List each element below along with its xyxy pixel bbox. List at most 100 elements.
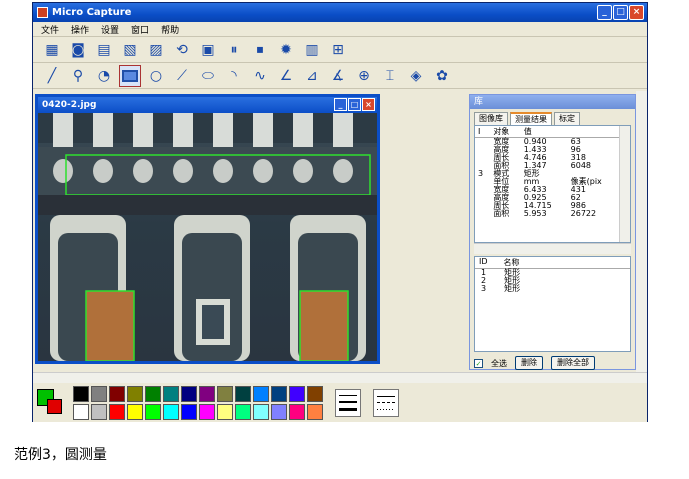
color-swatch[interactable]	[217, 404, 233, 420]
curve-tool-icon[interactable]: ∿	[249, 65, 271, 87]
color-swatch[interactable]	[253, 404, 269, 420]
center-line-icon[interactable]: ⊕	[353, 65, 375, 87]
color-swatch[interactable]	[181, 386, 197, 402]
video-icon[interactable]: ▦	[41, 39, 63, 61]
drawing-toolbar: ╱ ⚲ ◔ ○ ⟋ ⬭ ◝ ∿ ∠ ⊿ ∡ ⊕ ⌶ ◈ ✿	[33, 63, 647, 89]
refresh-icon[interactable]: ⟲	[171, 39, 193, 61]
image-export-icon[interactable]: ▨	[145, 39, 167, 61]
color-swatch[interactable]	[253, 386, 269, 402]
grid-cell	[475, 202, 490, 210]
color-swatch[interactable]	[91, 404, 107, 420]
color-swatch[interactable]	[109, 386, 125, 402]
color-palette-icon[interactable]: ✿	[431, 65, 453, 87]
menu-file[interactable]: 文件	[41, 23, 59, 36]
color-swatch[interactable]	[73, 386, 89, 402]
scale-bar-icon[interactable]: ⊞	[327, 39, 349, 61]
pause-icon[interactable]: ⏸	[223, 39, 245, 61]
color-swatch[interactable]	[289, 386, 305, 402]
height-tool-icon[interactable]: ⌶	[379, 65, 401, 87]
close-button[interactable]: ×	[629, 5, 644, 20]
menu-window[interactable]: 窗口	[131, 23, 149, 36]
background-color[interactable]	[47, 399, 62, 414]
arc-tool-icon[interactable]: ◝	[223, 65, 245, 87]
protractor-icon[interactable]: ∡	[327, 65, 349, 87]
color-swatch[interactable]	[289, 404, 305, 420]
color-swatch[interactable]	[235, 404, 251, 420]
color-swatch[interactable]	[199, 404, 215, 420]
figure-caption: 范例3，圆测量	[14, 447, 107, 463]
zoom-icon[interactable]: ⚲	[67, 65, 89, 87]
color-swatch[interactable]	[271, 386, 287, 402]
settings-icon[interactable]: ✹	[275, 39, 297, 61]
grid-horizontal-scrollbar[interactable]	[474, 243, 631, 254]
polyline-tool-icon[interactable]: ⟋	[171, 65, 193, 87]
object-list: ID 名称 1 矩形 2 矩形 3 矩形	[474, 256, 631, 352]
current-colors[interactable]	[37, 389, 65, 417]
panel-title: 库	[470, 95, 635, 109]
delete-button[interactable]: 删除	[515, 356, 543, 370]
color-swatch[interactable]	[145, 386, 161, 402]
workspace-vertical-scrollbar[interactable]	[636, 91, 647, 375]
list-item[interactable]: 1 矩形	[475, 269, 630, 277]
color-swatch[interactable]	[127, 404, 143, 420]
menu-settings[interactable]: 设置	[101, 23, 119, 36]
color-swatch[interactable]	[145, 404, 161, 420]
color-palette	[33, 384, 647, 422]
color-swatch[interactable]	[91, 386, 107, 402]
line-tool-icon[interactable]: ╱	[41, 65, 63, 87]
angle-measure-icon[interactable]: ⊿	[301, 65, 323, 87]
minimize-button[interactable]: _	[597, 5, 612, 20]
ruler-icon[interactable]: ▥	[301, 39, 323, 61]
ellipse-tool-icon[interactable]: ⬭	[197, 65, 219, 87]
select-all-checkbox[interactable]: ✓	[474, 358, 483, 368]
delete-all-button[interactable]: 删除全部	[551, 356, 595, 370]
tab-calibration[interactable]: 标定	[554, 112, 580, 125]
color-swatch[interactable]	[217, 386, 233, 402]
color-swatch[interactable]	[163, 404, 179, 420]
image-icon[interactable]: ▧	[119, 39, 141, 61]
grid-vertical-scrollbar[interactable]	[619, 126, 630, 242]
workspace-horizontal-scrollbar[interactable]	[33, 372, 647, 383]
rectangle-tool-icon[interactable]	[119, 64, 141, 87]
camera-icon[interactable]: ◙	[67, 39, 89, 61]
image-minimize-button[interactable]: _	[334, 98, 347, 111]
color-swatch[interactable]	[109, 404, 125, 420]
microscope-image[interactable]	[38, 113, 377, 361]
grid-row[interactable]: 面积 5.953 26722	[475, 210, 619, 218]
color-swatch[interactable]	[235, 386, 251, 402]
menu-operate[interactable]: 操作	[71, 23, 89, 36]
circle-tool-icon[interactable]: ○	[145, 65, 167, 87]
circle-three-point-icon[interactable]: ◔	[93, 65, 115, 87]
color-swatch[interactable]	[271, 404, 287, 420]
menu-help[interactable]: 帮助	[161, 23, 179, 36]
color-swatch[interactable]	[307, 386, 323, 402]
grid-cell	[475, 154, 490, 162]
color-swatch[interactable]	[307, 404, 323, 420]
color-swatch[interactable]	[127, 386, 143, 402]
tab-image-library[interactable]: 图像库	[474, 112, 508, 125]
stop-icon[interactable]: ⏹	[249, 39, 271, 61]
image-maximize-button[interactable]: □	[348, 98, 361, 111]
color-swatch[interactable]	[163, 386, 179, 402]
color-swatch[interactable]	[199, 386, 215, 402]
color-swatch[interactable]	[73, 404, 89, 420]
measure-rect-3	[299, 290, 349, 361]
maximize-button[interactable]: □	[613, 5, 628, 20]
line-width-selector[interactable]	[335, 389, 361, 417]
app-icon	[37, 7, 48, 18]
list-header-id: ID	[479, 257, 488, 266]
diamond-tool-icon[interactable]: ◈	[405, 65, 427, 87]
angle-tool-icon[interactable]: ∠	[275, 65, 297, 87]
image-close-button[interactable]: ×	[362, 98, 375, 111]
grid-cell: 3	[478, 169, 484, 178]
list-item[interactable]: 3 矩形	[475, 285, 630, 293]
color-swatch[interactable]	[181, 404, 197, 420]
tab-measure-results[interactable]: 测量结果	[510, 112, 552, 125]
folder-open-icon[interactable]: ▤	[93, 39, 115, 61]
save-icon[interactable]: ▣	[197, 39, 219, 61]
grid-cell: 26722	[570, 209, 597, 218]
grid-header-id: I	[475, 126, 491, 138]
list-item[interactable]: 2 矩形	[475, 277, 630, 285]
grid-cell	[475, 210, 490, 218]
line-style-selector[interactable]	[373, 389, 399, 417]
